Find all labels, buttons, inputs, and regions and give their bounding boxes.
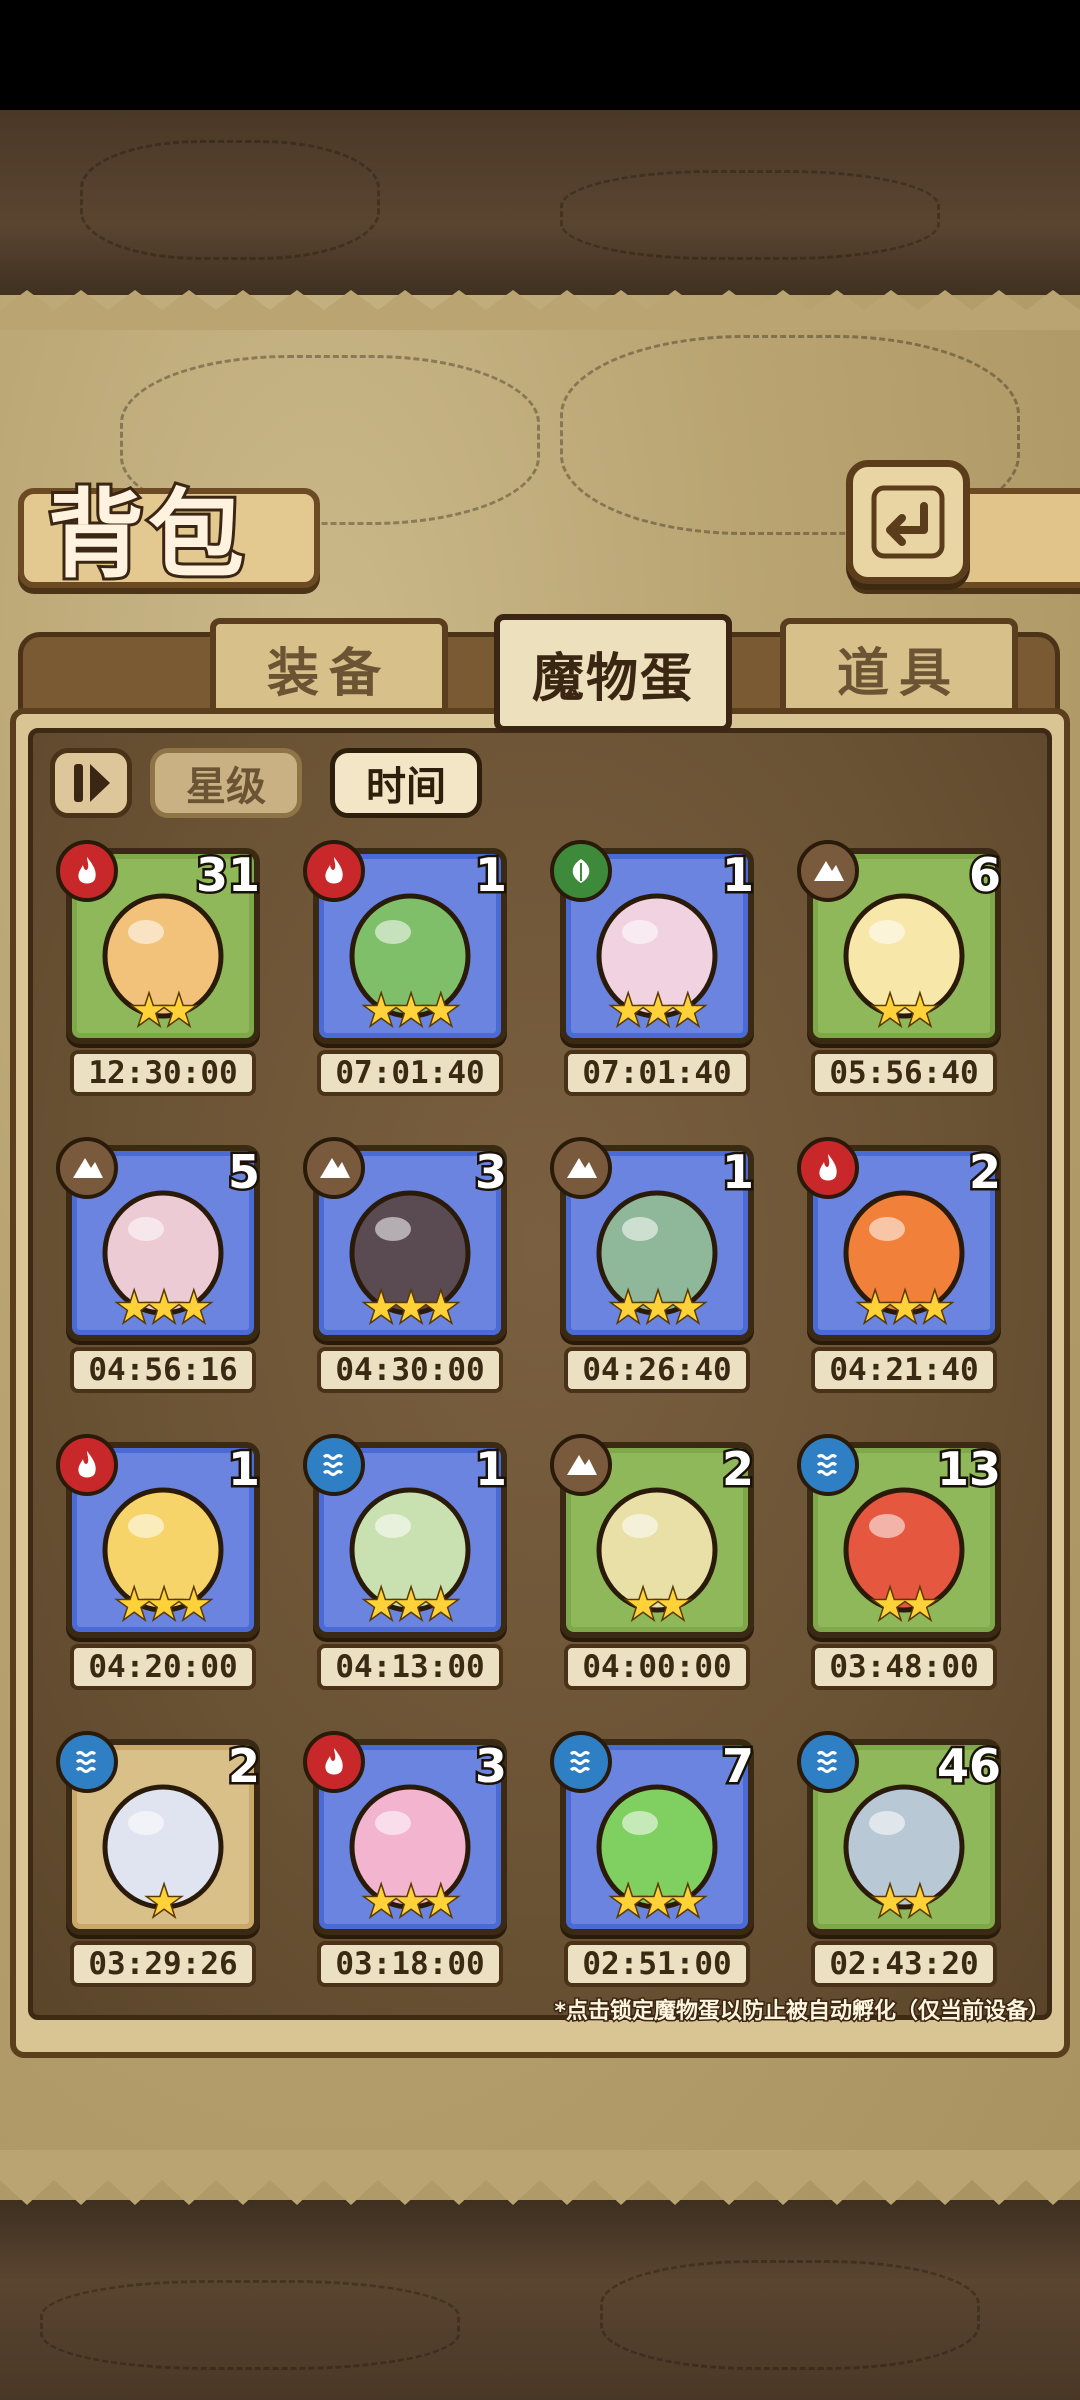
egg-count: 2 [966, 1143, 1003, 1202]
sort-order-icon [74, 764, 110, 802]
leaf-element-icon [550, 840, 612, 902]
back-button[interactable] [846, 460, 970, 584]
fire-element-icon [56, 840, 118, 902]
hatch-timer: 04:20:00 [70, 1644, 256, 1690]
egg-count: 7 [719, 1737, 756, 1796]
torn-edge-bottom [0, 2150, 1080, 2205]
egg-card[interactable]: 46 ★★ 02:43:20 [797, 1731, 1007, 2001]
water-element-icon [797, 1731, 859, 1793]
hatch-timer: 07:01:40 [564, 1050, 750, 1096]
hatch-timer: 04:30:00 [317, 1347, 503, 1393]
fire-element-icon [56, 1434, 118, 1496]
fire-element-icon [303, 840, 365, 902]
star-rating: ★★★ [609, 987, 708, 1036]
star-rating: ★★ [624, 1581, 693, 1630]
sort-by-star-button[interactable]: 星级 [150, 748, 302, 818]
fire-element-icon [303, 1731, 365, 1793]
egg-count: 3 [472, 1143, 509, 1202]
egg-count: 6 [966, 846, 1003, 905]
egg-card[interactable]: 3 ★★★ 03:18:00 [303, 1731, 513, 2001]
hatch-timer: 03:29:26 [70, 1941, 256, 1987]
egg-card[interactable]: 2 ★ 03:29:26 [56, 1731, 266, 2001]
egg-card[interactable]: 2 ★★★ 04:21:40 [797, 1137, 1007, 1407]
egg-card[interactable]: 2 ★★ 04:00:00 [550, 1434, 760, 1704]
star-rating: ★ [145, 1878, 184, 1927]
water-element-icon [303, 1434, 365, 1496]
page-title: 背包 [45, 475, 248, 594]
earth-element-icon [56, 1137, 118, 1199]
hatch-timer: 07:01:40 [317, 1050, 503, 1096]
egg-card[interactable]: 1 ★★★ 04:13:00 [303, 1434, 513, 1704]
star-rating: ★★★ [362, 1284, 461, 1333]
egg-card[interactable]: 13 ★★ 03:48:00 [797, 1434, 1007, 1704]
hatch-timer: 04:13:00 [317, 1644, 503, 1690]
star-rating: ★★ [130, 987, 199, 1036]
egg-card[interactable]: 3 ★★★ 04:30:00 [303, 1137, 513, 1407]
star-rating: ★★ [871, 987, 940, 1036]
star-rating: ★★ [871, 1581, 940, 1630]
egg-count: 46 [934, 1737, 1003, 1796]
star-rating: ★★★ [362, 987, 461, 1036]
water-element-icon [56, 1731, 118, 1793]
egg-count: 1 [719, 846, 756, 905]
egg-count: 1 [472, 1440, 509, 1499]
hatch-timer: 05:56:40 [811, 1050, 997, 1096]
egg-card[interactable]: 1 ★★★ 07:01:40 [303, 840, 513, 1110]
earth-element-icon [303, 1137, 365, 1199]
hatch-timer: 04:00:00 [564, 1644, 750, 1690]
tab-items[interactable]: 道具 [780, 618, 1018, 718]
earth-element-icon [550, 1137, 612, 1199]
sort-direction-toggle[interactable] [50, 748, 132, 818]
star-rating: ★★★ [115, 1581, 214, 1630]
egg-count: 1 [472, 846, 509, 905]
egg-card[interactable]: 7 ★★★ 02:51:00 [550, 1731, 760, 2001]
hatch-timer: 02:43:20 [811, 1941, 997, 1987]
egg-count: 2 [719, 1440, 756, 1499]
star-rating: ★★★ [362, 1878, 461, 1927]
egg-count: 31 [193, 846, 262, 905]
fire-element-icon [797, 1137, 859, 1199]
egg-count: 2 [225, 1737, 262, 1796]
egg-card[interactable]: 6 ★★ 05:56:40 [797, 840, 1007, 1110]
hatch-timer: 03:48:00 [811, 1644, 997, 1690]
map-background-top [0, 110, 1080, 300]
star-rating: ★★★ [856, 1284, 955, 1333]
star-rating: ★★ [871, 1878, 940, 1927]
status-bar-area [0, 0, 1080, 110]
egg-count: 5 [225, 1143, 262, 1202]
egg-card[interactable]: 1 ★★★ 07:01:40 [550, 840, 760, 1110]
tab-equipment[interactable]: 装备 [210, 618, 448, 718]
egg-grid: 31 ★★ 12:30:00 1 ★★★ 07:01:40 1 ★★★ 07:01:40 6 ★★ 0… [56, 840, 1026, 1990]
tab-monster-eggs[interactable]: 魔物蛋 [494, 614, 732, 732]
egg-card[interactable]: 1 ★★★ 04:26:40 [550, 1137, 760, 1407]
hatch-timer: 04:56:16 [70, 1347, 256, 1393]
star-rating: ★★★ [609, 1878, 708, 1927]
egg-count: 3 [472, 1737, 509, 1796]
hatch-timer: 04:26:40 [564, 1347, 750, 1393]
star-rating: ★★★ [609, 1284, 708, 1333]
earth-element-icon [797, 840, 859, 902]
egg-card[interactable]: 1 ★★★ 04:20:00 [56, 1434, 266, 1704]
hatch-timer: 02:51:00 [564, 1941, 750, 1987]
egg-card[interactable]: 31 ★★ 12:30:00 [56, 840, 266, 1110]
hatch-timer: 12:30:00 [70, 1050, 256, 1096]
water-element-icon [797, 1434, 859, 1496]
sort-by-time-button[interactable]: 时间 [330, 748, 482, 818]
torn-edge-top [0, 290, 1080, 330]
star-rating: ★★★ [362, 1581, 461, 1630]
lock-hint-footnote: *点击锁定魔物蛋以防止被自动孵化（仅当前设备） [553, 1998, 1052, 2026]
hatch-timer: 04:21:40 [811, 1347, 997, 1393]
map-background-bottom [0, 2200, 1080, 2400]
egg-card[interactable]: 5 ★★★ 04:56:16 [56, 1137, 266, 1407]
back-arrow-icon [871, 485, 945, 559]
egg-count: 13 [934, 1440, 1003, 1499]
hatch-timer: 03:18:00 [317, 1941, 503, 1987]
earth-element-icon [550, 1434, 612, 1496]
star-rating: ★★★ [115, 1284, 214, 1333]
egg-count: 1 [225, 1440, 262, 1499]
water-element-icon [550, 1731, 612, 1793]
egg-count: 1 [719, 1143, 756, 1202]
